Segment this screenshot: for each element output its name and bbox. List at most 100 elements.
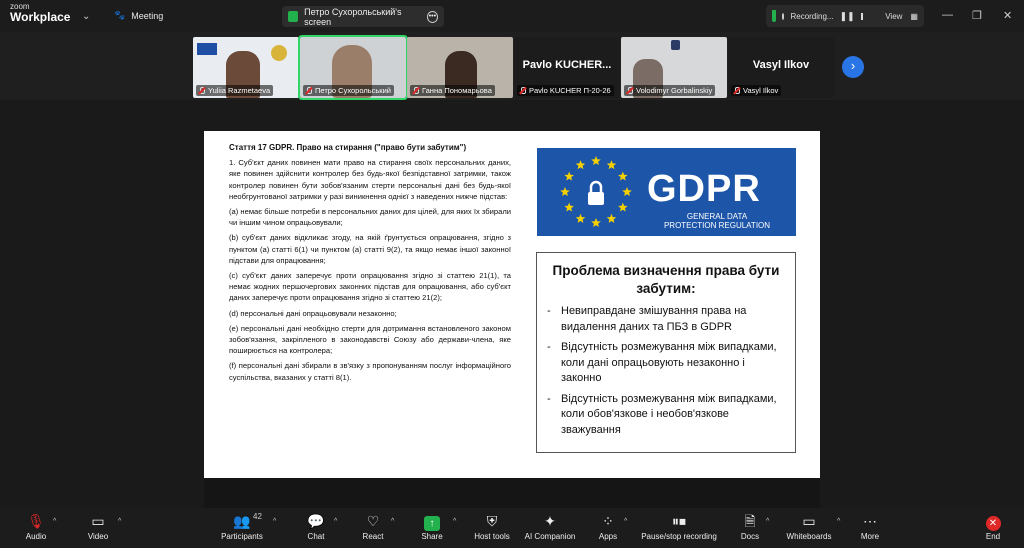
eu-star-icon [606,213,617,223]
participant-name: Vasyl Ilkov [743,86,779,95]
article-paragraph: (a) немає більше потреби в персональних … [229,207,511,228]
participant-tile-0[interactable]: Yuliia Razmetaeva [193,37,299,98]
participant-tile-5[interactable]: Vasyl Ilkov Vasyl Ilkov [728,37,834,98]
article-paragraph: (f) персональні дані збирали в зв'язку з… [229,361,511,382]
chevron-up-icon[interactable]: ^ [837,518,840,525]
participants-count: 42 [253,512,262,521]
video-label: Video [87,532,109,541]
sparkle-icon: ✦ [544,513,556,529]
whiteboard-icon: ▭ [802,513,816,529]
more-button[interactable]: ⋯ More [857,512,883,541]
participant-display-name: Vasyl Ilkov [752,59,810,71]
participant-tile-2[interactable]: Ганна Пономарьова [407,37,513,98]
emblem-icon [671,40,680,50]
problem-title: Проблема визначення права бути забутим: [552,263,780,296]
share-button[interactable]: ↑ Share [418,512,446,541]
mic-muted-icon [305,87,312,94]
top-bar: zoom Workplace ⌄ 🐾 Meeting Петро Сухорол… [0,0,1024,32]
eu-star-icon [606,160,617,170]
shield-icon: ⛨ [486,513,498,529]
paw-icon: 🐾 [114,10,126,20]
whiteboards-button[interactable]: ▭ Whiteboards [785,512,833,541]
pause-stop-recording-icon: ⏸⏹ [672,513,686,529]
participant-tile-4[interactable]: Volodimyr Gorbalinskiy [621,37,727,98]
brand-big: Workplace [10,10,71,24]
whiteboards-label: Whiteboards [786,532,832,541]
mic-muted-icon [733,87,740,94]
chevron-up-icon[interactable]: ^ [53,518,56,525]
article-paragraph: (b) суб'єкт даних відкликає згоду, на як… [229,233,511,265]
pause-recording-icon[interactable]: ❚❚ [840,11,855,22]
end-call-icon: ✕ [985,516,1001,531]
chevron-up-icon[interactable]: ^ [391,518,394,525]
minimize-icon[interactable]: — [942,9,953,21]
security-shield-icon[interactable] [772,10,776,22]
ai-companion-button[interactable]: ✦ AI Companion [522,512,578,541]
zoom-logo[interactable]: zoom Workplace [10,3,71,24]
screen-share-indicator[interactable]: Петро Сухорольський's screen ••• [282,6,444,27]
video-button[interactable]: ▭ Video [83,512,113,541]
participant-display-name: Pavlo KUCHER... [522,59,612,71]
gdpr-subtitle-line: PROTECTION REGULATION [663,221,771,230]
participant-name: Yuliia Razmetaeva [208,86,271,95]
participant-name: Pavlo KUCHER П-20-26 [529,86,611,95]
chevron-up-icon[interactable]: ^ [624,518,627,525]
gdpr-banner: GDPR GENERAL DATA PROTECTION REGULATION [537,148,796,236]
eu-star-icon [591,218,601,227]
end-button[interactable]: ✕ End [981,512,1005,541]
participant-label: Петро Сухорольський [303,85,394,96]
chat-button[interactable]: 💬 Chat [302,512,330,541]
end-label: End [985,532,1001,541]
participant-tile-1[interactable]: Петро Сухорольський [298,35,408,100]
share-label: Share [421,532,443,541]
grid-view-icon[interactable]: ▦ [910,12,918,21]
next-page-arrow-icon[interactable]: › [842,56,864,78]
chevron-up-icon[interactable]: ^ [453,518,456,525]
chevron-up-icon[interactable]: ^ [118,518,121,525]
meeting-menu[interactable]: 🐾 Meeting [114,10,163,21]
ai-companion-label: AI Companion [524,532,576,541]
restore-icon[interactable]: ❐ [972,9,982,22]
document-icon: 🗎 [744,513,756,529]
mic-muted-icon: 🎙 [27,513,45,529]
meeting-toolbar: 🎙 Audio ^ ▭ Video ^ 👥 Participants 42 ^ … [0,508,1024,548]
pause-recording-button[interactable]: ⏸⏹ Pause/stop recording [638,512,720,541]
react-label: React [362,532,384,541]
apps-label: Apps [598,532,618,541]
close-icon[interactable]: ✕ [1003,9,1012,22]
article-paragraph: (e) персональні дані необхідно стерти дл… [229,323,511,356]
slide-top-bar [204,100,820,131]
chevron-up-icon[interactable]: ^ [273,518,276,525]
docs-button[interactable]: 🗎 Docs [738,512,762,541]
more-options-icon[interactable]: ••• [426,10,438,23]
participant-name: Петро Сухорольський [315,86,391,95]
article-title: Стаття 17 GDPR. Право на стирання ("прав… [229,143,467,152]
chevron-up-icon[interactable]: ^ [766,518,769,525]
audio-button[interactable]: 🎙 Audio [21,512,51,541]
problem-item: Відсутність розмежування між випадками, … [547,340,785,387]
host-tools-button[interactable]: ⛨ Host tools [472,512,512,541]
eu-star-icon [618,171,628,181]
react-button[interactable]: ♡ React [358,512,388,541]
recording-label: Recording... [790,11,834,21]
heart-react-icon: ♡ [366,513,380,529]
chat-bubble-icon: 💬 [307,513,325,529]
view-button[interactable]: View [885,12,902,21]
meeting-label: Meeting [131,10,164,21]
apps-button[interactable]: ⁘ Apps [595,512,621,541]
participant-tile-3[interactable]: Pavlo KUCHER... Pavlo KUCHER П-20-26 [514,37,620,98]
eu-star-icon [622,187,632,196]
gdpr-subtitle: GENERAL DATA PROTECTION REGULATION [652,212,782,230]
chevron-up-icon[interactable]: ^ [334,518,337,525]
slide-bottom-bar [204,478,820,508]
share-pill-label: Петро Сухорольський's screen [304,6,402,27]
participant-strip: Yuliia Razmetaeva Петро Сухорольський Га… [0,32,1024,100]
presentation-slide: Стаття 17 GDPR. Право на стирання ("прав… [204,131,820,478]
more-dots-icon: ⋯ [863,513,877,529]
video-camera-icon: ▭ [91,513,105,529]
stop-recording-icon[interactable] [860,12,864,20]
more-label: More [860,532,880,541]
share-screen-icon: ↑ [424,516,440,531]
chevron-down-icon[interactable]: ⌄ [82,11,90,22]
eu-stars-lock-icon [560,156,632,227]
